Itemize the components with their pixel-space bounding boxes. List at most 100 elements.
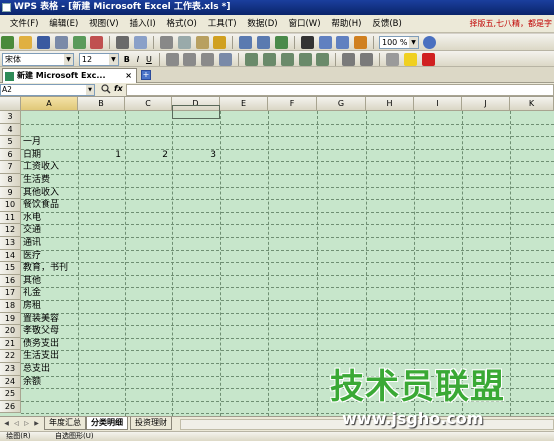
font-color-icon[interactable] — [421, 53, 435, 66]
menu-edit[interactable]: 编辑(E) — [45, 15, 82, 33]
search-icon[interactable] — [101, 84, 111, 94]
horizontal-scrollbar[interactable] — [180, 419, 554, 430]
cell-a[interactable]: 水电 — [23, 212, 41, 225]
document-tab[interactable]: 新建 Microsoft Exc... × — [2, 68, 137, 83]
copy-icon[interactable] — [177, 36, 191, 49]
menu-data[interactable]: 数据(D) — [243, 15, 281, 33]
row-header[interactable]: 5 — [0, 136, 21, 149]
column-header[interactable]: J — [462, 97, 510, 111]
cell-a[interactable]: 餐饮食品 — [23, 199, 59, 212]
menu-format[interactable]: 格式(O) — [163, 15, 201, 33]
chevron-down-icon[interactable]: ▼ — [64, 54, 73, 65]
row-header[interactable]: 12 — [0, 224, 21, 237]
indent-icon[interactable] — [342, 53, 356, 66]
prev-sheet-icon[interactable]: ◁ — [13, 420, 20, 428]
cell-a[interactable]: 交通 — [23, 224, 41, 237]
cell-d6[interactable]: 3 — [172, 149, 216, 162]
column-header[interactable]: K — [510, 97, 554, 111]
new-tab-button[interactable]: + — [141, 70, 151, 80]
sort-ascending-icon[interactable] — [318, 36, 332, 49]
column-header[interactable]: H — [366, 97, 414, 111]
chevron-down-icon[interactable]: ▼ — [86, 85, 94, 95]
chevron-down-icon[interactable]: ▼ — [108, 54, 118, 65]
decrease-decimal-icon[interactable] — [316, 53, 330, 66]
promo-text[interactable]: 择版五,七八精，都是字 — [469, 15, 552, 33]
cell-a[interactable]: 一月 — [23, 136, 41, 149]
row-header[interactable]: 10 — [0, 199, 21, 212]
paste-icon[interactable] — [195, 36, 209, 49]
format-painter-icon[interactable] — [213, 36, 227, 49]
column-header[interactable]: F — [268, 97, 317, 111]
cell-a[interactable]: 孝敬父母 — [23, 325, 59, 338]
cell-a[interactable]: 债务支出 — [23, 338, 59, 351]
row-header[interactable]: 11 — [0, 211, 21, 225]
close-tab-icon[interactable]: × — [125, 69, 132, 83]
row-header[interactable]: 16 — [0, 274, 21, 288]
help-icon[interactable] — [422, 36, 436, 49]
column-header[interactable]: G — [317, 97, 366, 111]
row-header[interactable]: 20 — [0, 325, 21, 338]
menu-view[interactable]: 视图(V) — [85, 15, 122, 33]
menu-tools[interactable]: 工具(T) — [204, 15, 241, 33]
cell-a[interactable]: 礼金 — [23, 287, 41, 300]
row-header[interactable]: 9 — [0, 186, 21, 200]
cell-a[interactable]: 日期 — [23, 149, 41, 162]
row-header[interactable]: 23 — [0, 363, 21, 376]
last-sheet-icon[interactable]: ▶ — [33, 420, 40, 428]
undo-icon[interactable] — [239, 36, 253, 49]
comma-style-icon[interactable] — [280, 53, 294, 66]
align-center-icon[interactable] — [183, 53, 197, 66]
align-right-icon[interactable] — [201, 53, 215, 66]
menu-window[interactable]: 窗口(W) — [284, 15, 324, 33]
save-as-icon[interactable] — [54, 36, 68, 49]
row-header[interactable]: 25 — [0, 388, 21, 401]
row-header[interactable]: 22 — [0, 350, 21, 363]
cell-b6[interactable]: 1 — [78, 149, 121, 162]
selected-cell-outline[interactable] — [172, 105, 220, 119]
align-left-icon[interactable] — [165, 53, 179, 66]
sheet-tab-investment[interactable]: 投资理财 — [130, 417, 172, 430]
column-header[interactable]: B — [78, 97, 125, 111]
row-header[interactable]: 15 — [0, 262, 21, 275]
font-size-select[interactable]: 12 ▼ — [78, 53, 119, 66]
sheet-tab-category-detail[interactable]: 分类明细 — [86, 417, 128, 430]
cell-c6[interactable]: 2 — [125, 149, 168, 162]
autosum-icon[interactable] — [300, 36, 314, 49]
zoom-select[interactable]: 100 % ▼ — [379, 36, 419, 49]
row-header[interactable]: 3 — [0, 111, 21, 124]
menu-feedback[interactable]: 反馈(B) — [368, 15, 405, 33]
cell-a[interactable]: 通讯 — [23, 237, 41, 250]
bold-button[interactable]: B — [122, 53, 132, 66]
chart-icon[interactable] — [354, 36, 368, 49]
draw-menu[interactable]: 绘图(R) — [6, 432, 30, 440]
row-header[interactable]: 8 — [0, 174, 21, 187]
function-icon[interactable]: fx — [114, 84, 123, 93]
column-header[interactable]: E — [220, 97, 268, 111]
print-preview-icon[interactable] — [134, 36, 147, 49]
row-header[interactable]: 24 — [0, 375, 21, 389]
select-all-corner[interactable] — [0, 97, 21, 111]
merge-center-icon[interactable] — [219, 53, 233, 66]
new-document-icon[interactable] — [1, 36, 14, 49]
cell-a[interactable]: 生活支出 — [23, 350, 59, 363]
cell-a[interactable]: 生活费 — [23, 174, 50, 187]
print-icon[interactable] — [116, 36, 130, 49]
menu-insert[interactable]: 插入(I) — [126, 15, 160, 33]
chevron-down-icon[interactable]: ▼ — [409, 37, 418, 48]
italic-button[interactable]: I — [135, 53, 141, 66]
name-box[interactable]: A2 ▼ — [0, 84, 95, 96]
cell-a[interactable]: 医疗 — [23, 250, 41, 263]
sheet-tab-annual-summary[interactable]: 年度汇总 — [44, 417, 86, 430]
next-sheet-icon[interactable]: ▷ — [23, 420, 30, 428]
formula-input[interactable] — [126, 84, 554, 96]
column-header[interactable]: C — [125, 97, 172, 111]
cell-a[interactable]: 工资收入 — [23, 161, 59, 174]
cell-a[interactable]: 其他 — [23, 275, 41, 288]
percent-icon[interactable] — [262, 53, 276, 66]
outdent-icon[interactable] — [360, 53, 374, 66]
cell-a[interactable]: 总支出 — [23, 363, 50, 376]
borders-icon[interactable] — [385, 53, 399, 66]
hyperlink-icon[interactable] — [274, 36, 288, 49]
row-header[interactable]: 18 — [0, 300, 21, 313]
menu-help[interactable]: 帮助(H) — [327, 15, 365, 33]
